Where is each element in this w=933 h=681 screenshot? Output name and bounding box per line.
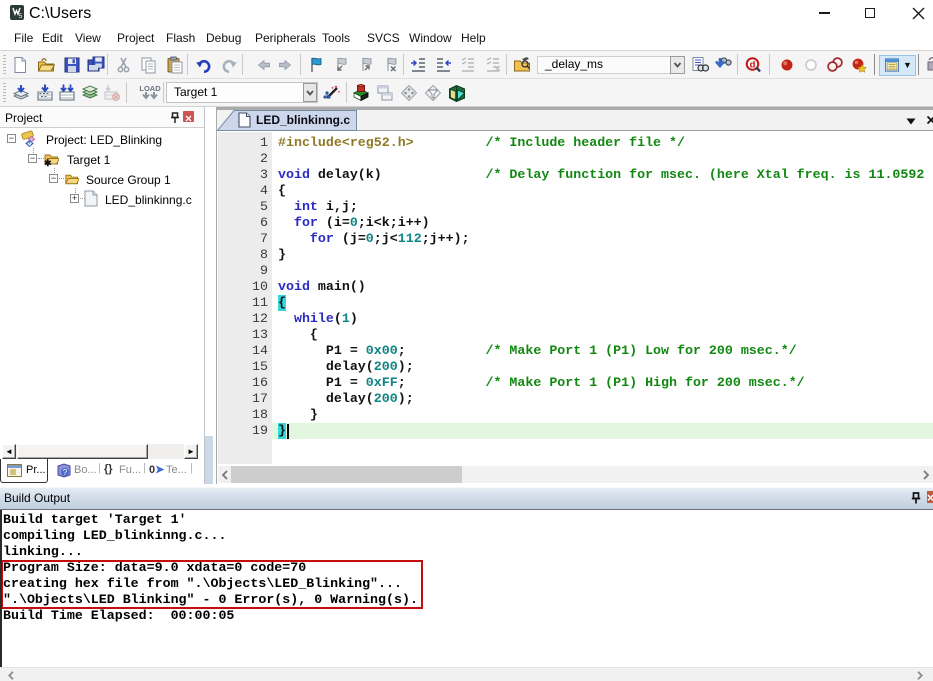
svg-text:?: ? (63, 468, 68, 477)
svg-text:✱: ✱ (44, 158, 52, 167)
svg-text:d: d (750, 60, 756, 71)
svg-text:LOAD: LOAD (139, 84, 161, 93)
